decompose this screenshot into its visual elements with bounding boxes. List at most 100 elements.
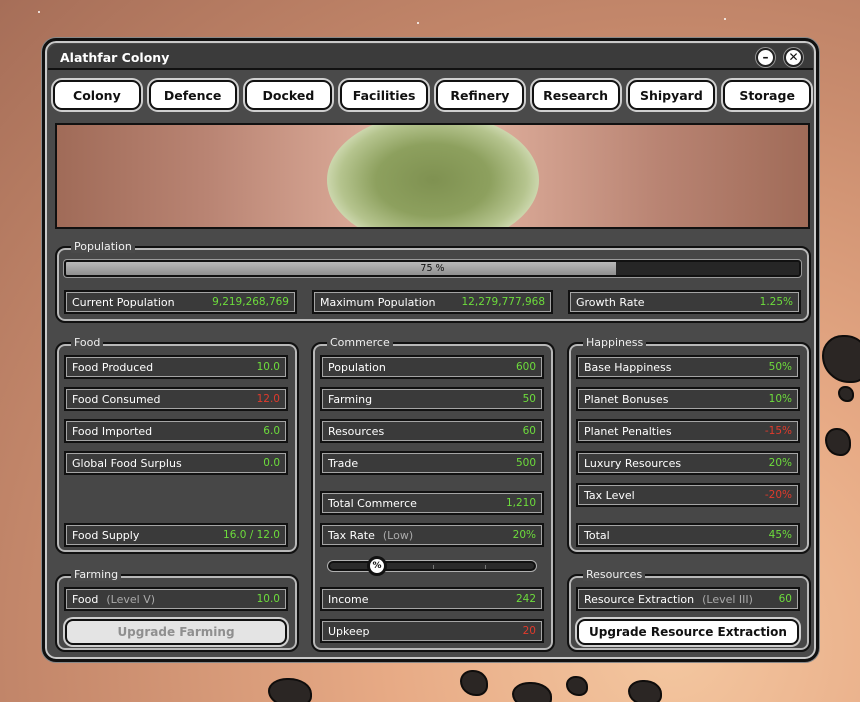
stat-value: 6.0: [263, 425, 280, 437]
asteroid: [268, 678, 312, 702]
global-food-surplus: Global Food Surplus 0.0: [64, 451, 288, 475]
slider-tick: [485, 565, 486, 569]
stat-label: Growth Rate: [576, 295, 645, 309]
stat-value: 600: [515, 361, 536, 373]
tab-facilities[interactable]: Facilities: [340, 80, 428, 110]
tab-bar: Colony Defence Docked Facilities Refiner…: [53, 80, 811, 112]
stat-label: Income: [328, 592, 369, 606]
asteroid: [628, 680, 662, 702]
stat-label: Food Consumed: [72, 392, 161, 406]
stat-level: (Level III): [702, 592, 753, 606]
tab-colony[interactable]: Colony: [53, 80, 141, 110]
stat-value: 60: [778, 593, 792, 605]
colony-window: Alathfar Colony – ✕ Colony Defence Docke…: [42, 38, 819, 662]
commerce-panel: Commerce Population 600 Farming 50 Resou…: [311, 336, 555, 652]
asteroid: [512, 682, 552, 702]
stat-label: Resource Extraction: [584, 592, 695, 606]
title-bar[interactable]: Alathfar Colony – ✕: [48, 44, 813, 70]
population-progress-bar: 75 %: [64, 260, 801, 277]
stat-value: 16.0 / 12.0: [223, 529, 280, 541]
stat-value: 20: [522, 625, 536, 637]
planet-banner: [55, 123, 810, 229]
base-happiness: Base Happiness 50%: [576, 355, 800, 379]
food-consumed: Food Consumed 12.0: [64, 387, 288, 411]
maximum-population: Maximum Population 12,279,777,968: [312, 290, 553, 314]
close-icon[interactable]: ✕: [784, 48, 803, 67]
farming-panel: Farming Food (Level V) 10.0 Upgrade Farm…: [55, 568, 299, 652]
luxury-resources: Luxury Resources 20%: [576, 451, 800, 475]
stat-label: Planet Penalties: [584, 424, 672, 438]
stat-label: Trade: [328, 456, 359, 470]
population-progress-text: 75 %: [420, 263, 445, 274]
food-supply: Food Supply 16.0 / 12.0: [64, 523, 288, 547]
tab-refinery[interactable]: Refinery: [436, 80, 524, 110]
stat-label: Global Food Surplus: [72, 456, 182, 470]
upgrade-resource-extraction-button[interactable]: Upgrade Resource Extraction: [577, 619, 799, 645]
tab-shipyard[interactable]: Shipyard: [627, 80, 716, 110]
current-population: Current Population 9,219,268,769: [64, 290, 297, 314]
stat-label: Planet Bonuses: [584, 392, 669, 406]
asteroid: [822, 335, 860, 383]
resources-panel: Resources Resource Extraction (Level III…: [567, 568, 811, 652]
food-imported: Food Imported 6.0: [64, 419, 288, 443]
stat-label: Food Supply: [72, 528, 140, 542]
tax-level: Tax Level -20%: [576, 483, 800, 507]
asteroid: [566, 676, 588, 696]
planet-bonuses: Planet Bonuses 10%: [576, 387, 800, 411]
happiness-total: Total 45%: [576, 523, 800, 547]
asteroid: [460, 670, 488, 696]
upgrade-farming-button[interactable]: Upgrade Farming: [65, 619, 287, 645]
stat-label: Farming: [328, 392, 373, 406]
window-title: Alathfar Colony: [60, 50, 170, 65]
commerce-label: Commerce: [327, 336, 393, 349]
slider-tick: [433, 565, 434, 569]
star: [417, 22, 419, 24]
stat-value: 50%: [768, 361, 792, 373]
upkeep: Upkeep 20: [320, 619, 544, 643]
stat-value: 1,210: [505, 497, 536, 509]
stat-label: Food Imported: [72, 424, 153, 438]
star: [38, 11, 40, 13]
commerce-population: Population 600: [320, 355, 544, 379]
stat-label: Total: [584, 528, 610, 542]
happiness-panel: Happiness Base Happiness 50% Planet Bonu…: [567, 336, 811, 554]
stat-value: 45%: [768, 529, 792, 541]
stat-value: -15%: [764, 425, 792, 437]
planet-image: [327, 125, 539, 227]
tax-rate: Tax Rate (Low) 20%: [320, 523, 544, 547]
stat-label: Tax Level: [584, 488, 635, 502]
stat-value: 20%: [512, 529, 536, 541]
food-panel: Food Food Produced 10.0 Food Consumed 12…: [55, 336, 299, 554]
asteroid: [838, 386, 854, 402]
stat-value: 10.0: [256, 593, 280, 605]
commerce-trade: Trade 500: [320, 451, 544, 475]
percent-icon[interactable]: %: [367, 556, 387, 576]
tab-storage[interactable]: Storage: [723, 80, 811, 110]
tab-research[interactable]: Research: [531, 80, 620, 110]
asteroid: [825, 428, 851, 456]
tab-docked[interactable]: Docked: [244, 80, 333, 110]
food-label: Food: [71, 336, 104, 349]
stat-value: 10.0: [256, 361, 280, 373]
stat-value: -20%: [764, 489, 792, 501]
growth-rate: Growth Rate 1.25%: [568, 290, 801, 314]
tax-rate-slider[interactable]: %: [328, 556, 536, 576]
stat-value: 242: [515, 593, 536, 605]
stat-value: 1.25%: [759, 296, 793, 308]
stat-label: Upkeep: [328, 624, 370, 638]
stat-label: Food: [72, 592, 99, 606]
stat-label: Luxury Resources: [584, 456, 682, 470]
stat-label: Current Population: [72, 295, 175, 309]
population-label: Population: [71, 240, 135, 253]
minimize-icon[interactable]: –: [756, 48, 775, 67]
stat-level: (Level V): [106, 592, 156, 606]
happiness-label: Happiness: [583, 336, 647, 349]
tab-defence[interactable]: Defence: [148, 80, 237, 110]
total-commerce: Total Commerce 1,210: [320, 491, 544, 515]
stat-level: (Low): [382, 528, 414, 542]
resources-label: Resources: [583, 568, 646, 581]
planet-penalties: Planet Penalties -15%: [576, 419, 800, 443]
farming-food: Food (Level V) 10.0: [64, 587, 288, 611]
star: [724, 18, 726, 20]
stat-value: 10%: [768, 393, 792, 405]
